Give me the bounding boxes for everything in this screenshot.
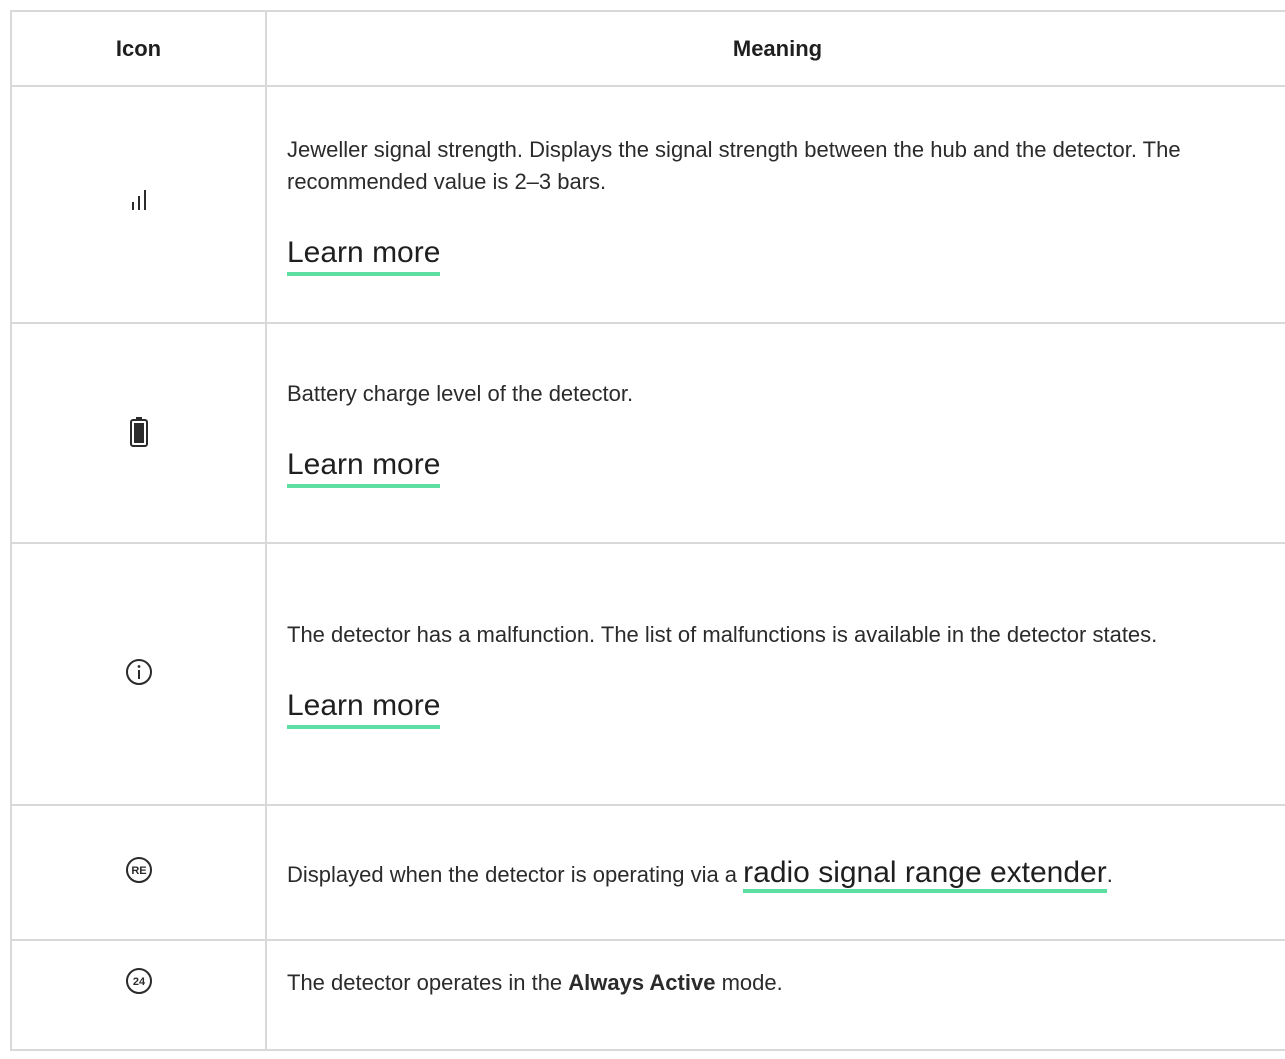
meaning-cell: Jeweller signal strength. Displays the s…: [265, 85, 1285, 324]
mode-name: Always Active: [568, 970, 716, 995]
icons-table: Icon Meaning Jeweller signal strength. D…: [10, 10, 1285, 1051]
row-description: Battery charge level of the detector.: [287, 381, 634, 406]
row-description: Jeweller signal strength. Displays the s…: [287, 136, 1181, 194]
learn-more-link[interactable]: Learn more: [287, 687, 441, 729]
icon-cell: RE: [10, 804, 267, 941]
header-meaning: Meaning: [265, 10, 1285, 87]
table-header-row: Icon Meaning: [10, 10, 1285, 87]
table-row: RE Displayed when the detector is operat…: [10, 804, 1285, 941]
info-icon: [119, 652, 159, 692]
radio-signal-range-extender-link[interactable]: radio signal range extender: [743, 855, 1107, 893]
row-description-end: mode.: [715, 970, 783, 995]
header-icon: Icon: [10, 10, 267, 87]
meaning-cell: The detector operates in the Always Acti…: [265, 939, 1285, 1051]
row-description-end: .: [1106, 861, 1113, 887]
learn-more-link[interactable]: Learn more: [287, 234, 441, 276]
icon-cell: [10, 322, 267, 544]
row-description: The detector has a malfunction. The list…: [287, 622, 1158, 647]
row-description: The detector operates in the: [287, 970, 569, 995]
signal-strength-icon: [119, 182, 159, 222]
meaning-cell: Battery charge level of the detector. Le…: [265, 322, 1285, 544]
always-active-24-icon: 24: [119, 961, 159, 1001]
meaning-cell: Displayed when the detector is operating…: [265, 804, 1285, 941]
svg-text:24: 24: [132, 976, 145, 988]
row-description: Displayed when the detector is operating…: [287, 861, 744, 887]
re-icon: RE: [119, 850, 159, 890]
learn-more-link[interactable]: Learn more: [287, 446, 441, 488]
table-row: 24 The detector operates in the Always A…: [10, 939, 1285, 1051]
svg-text:RE: RE: [131, 865, 146, 877]
battery-icon: [119, 411, 159, 451]
icon-cell: 24: [10, 939, 267, 1051]
icon-cell: [10, 85, 267, 324]
table-row: Battery charge level of the detector. Le…: [10, 322, 1285, 544]
meaning-cell: The detector has a malfunction. The list…: [265, 542, 1285, 806]
icon-cell: [10, 542, 267, 806]
table-row: Jeweller signal strength. Displays the s…: [10, 85, 1285, 324]
table-row: The detector has a malfunction. The list…: [10, 542, 1285, 806]
